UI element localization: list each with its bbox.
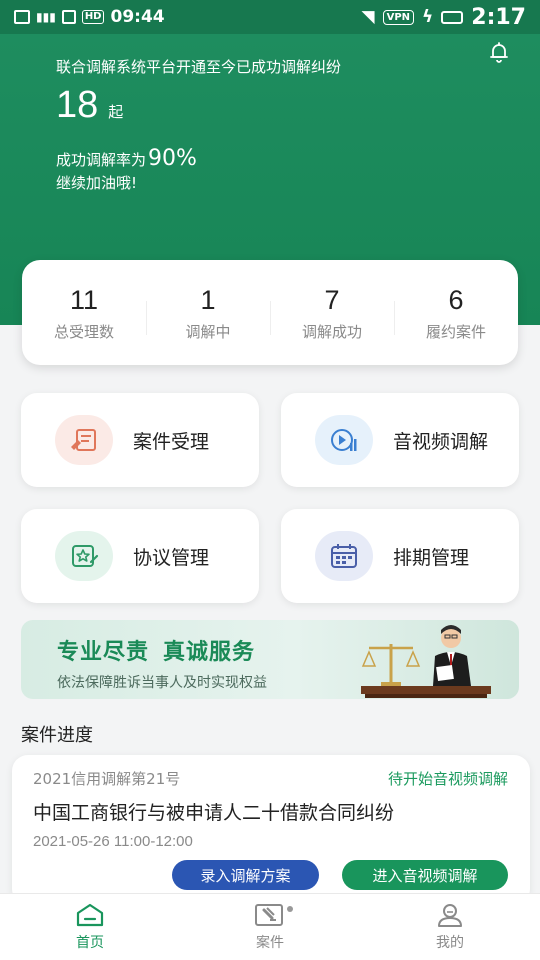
promo-banner[interactable]: 专业尽责 真诚服务 依法保障胜诉当事人及时实现权益 [21, 620, 519, 699]
stat-value: 1 [200, 285, 216, 315]
wifi-icon: ◥ [361, 7, 375, 27]
tab-label: 案件 [256, 935, 284, 951]
vpn-badge: VPN [382, 9, 415, 25]
stat-mediation-success[interactable]: 7 调解成功 [270, 283, 394, 342]
stat-value: 6 [448, 285, 464, 315]
stat-fulfilled-cases[interactable]: 6 履约案件 [394, 283, 518, 342]
calendar-icon [315, 531, 373, 581]
tile-agreement-management[interactable]: 协议管理 [21, 509, 259, 603]
bottom-tab-bar: 首页 案件 我的 [0, 893, 540, 960]
enter-mediation-plan-button[interactable]: 录入调解方案 [172, 860, 319, 890]
tile-label: 音视频调解 [393, 430, 489, 453]
banner-title-part2: 真诚服务 [163, 640, 256, 665]
stat-in-mediation[interactable]: 1 调解中 [146, 283, 270, 342]
hd-badge: HD [81, 10, 105, 24]
case-number: 2021信用调解第21号 [33, 770, 181, 788]
signal-icon: ▮▮▮ [36, 10, 56, 24]
stat-label: 履约案件 [425, 323, 486, 341]
banner-subtitle: 依法保障胜诉当事人及时实现权益 [57, 675, 267, 691]
stat-label: 调解成功 [301, 323, 362, 341]
case-title: 中国工商银行与被申请人二十借款合同纠纷 [33, 802, 395, 824]
tab-notification-dot [287, 906, 293, 912]
stat-value: 7 [324, 285, 340, 315]
success-count-unit: 起 [108, 103, 124, 121]
case-time: 2021-05-26 11:00-12:00 [33, 833, 193, 850]
enter-video-mediation-button[interactable]: 进入音视频调解 [342, 860, 508, 890]
agreement-icon [55, 531, 113, 581]
success-rate: 成功调解率为 90% [56, 146, 197, 171]
bell-icon[interactable] [487, 40, 511, 64]
notification-icon [61, 10, 76, 24]
banner-title: 专业尽责 真诚服务 [57, 634, 255, 666]
charging-icon: ϟ [422, 7, 434, 27]
battery-icon [441, 10, 464, 24]
tab-home[interactable]: 首页 [0, 894, 180, 960]
tile-label: 排期管理 [393, 546, 470, 569]
profile-icon [438, 904, 462, 927]
status-time-secondary: 2:17 [471, 4, 526, 30]
banner-title-part1: 专业尽责 [57, 640, 150, 665]
gavel-icon [255, 904, 283, 926]
case-status: 待开始音视频调解 [387, 770, 508, 788]
home-icon [76, 903, 104, 927]
tab-label: 我的 [436, 935, 464, 951]
tile-video-mediation[interactable]: 音视频调解 [281, 393, 519, 487]
status-time: 09:44 [110, 7, 165, 27]
stat-label: 调解中 [185, 323, 231, 341]
gallery-icon [14, 10, 30, 24]
tab-cases[interactable]: 案件 [180, 894, 360, 960]
tile-label: 案件受理 [133, 430, 210, 453]
tile-schedule-management[interactable]: 排期管理 [281, 509, 519, 603]
cheer-text: 继续加油哦! [56, 174, 138, 192]
success-count: 18 起 [56, 84, 123, 127]
lawyer-illustration [361, 625, 491, 698]
tab-profile[interactable]: 我的 [360, 894, 540, 960]
stat-label: 总受理数 [53, 323, 114, 341]
case-acceptance-icon [55, 415, 113, 465]
video-mediation-icon [315, 415, 373, 465]
success-rate-value: 90% [148, 146, 197, 171]
status-bar: ▮▮▮ HD 09:44 ◥ VPN ϟ 2:17 [0, 0, 540, 34]
tab-label: 首页 [76, 935, 104, 951]
success-count-number: 18 [56, 84, 99, 126]
case-progress-title: 案件进度 [21, 725, 93, 746]
tile-label: 协议管理 [133, 546, 210, 569]
stats-card: 11 总受理数 1 调解中 7 调解成功 6 履约案件 [22, 260, 518, 365]
tile-case-acceptance[interactable]: 案件受理 [21, 393, 259, 487]
success-rate-label: 成功调解率为 [56, 151, 147, 169]
hero-intro-text: 联合调解系统平台开通至今已成功调解纠纷 [56, 58, 342, 76]
stat-value: 11 [69, 285, 99, 315]
case-card[interactable]: 2021信用调解第21号 待开始音视频调解 中国工商银行与被申请人二十借款合同纠… [12, 755, 530, 905]
stat-total-accepted[interactable]: 11 总受理数 [22, 283, 146, 342]
